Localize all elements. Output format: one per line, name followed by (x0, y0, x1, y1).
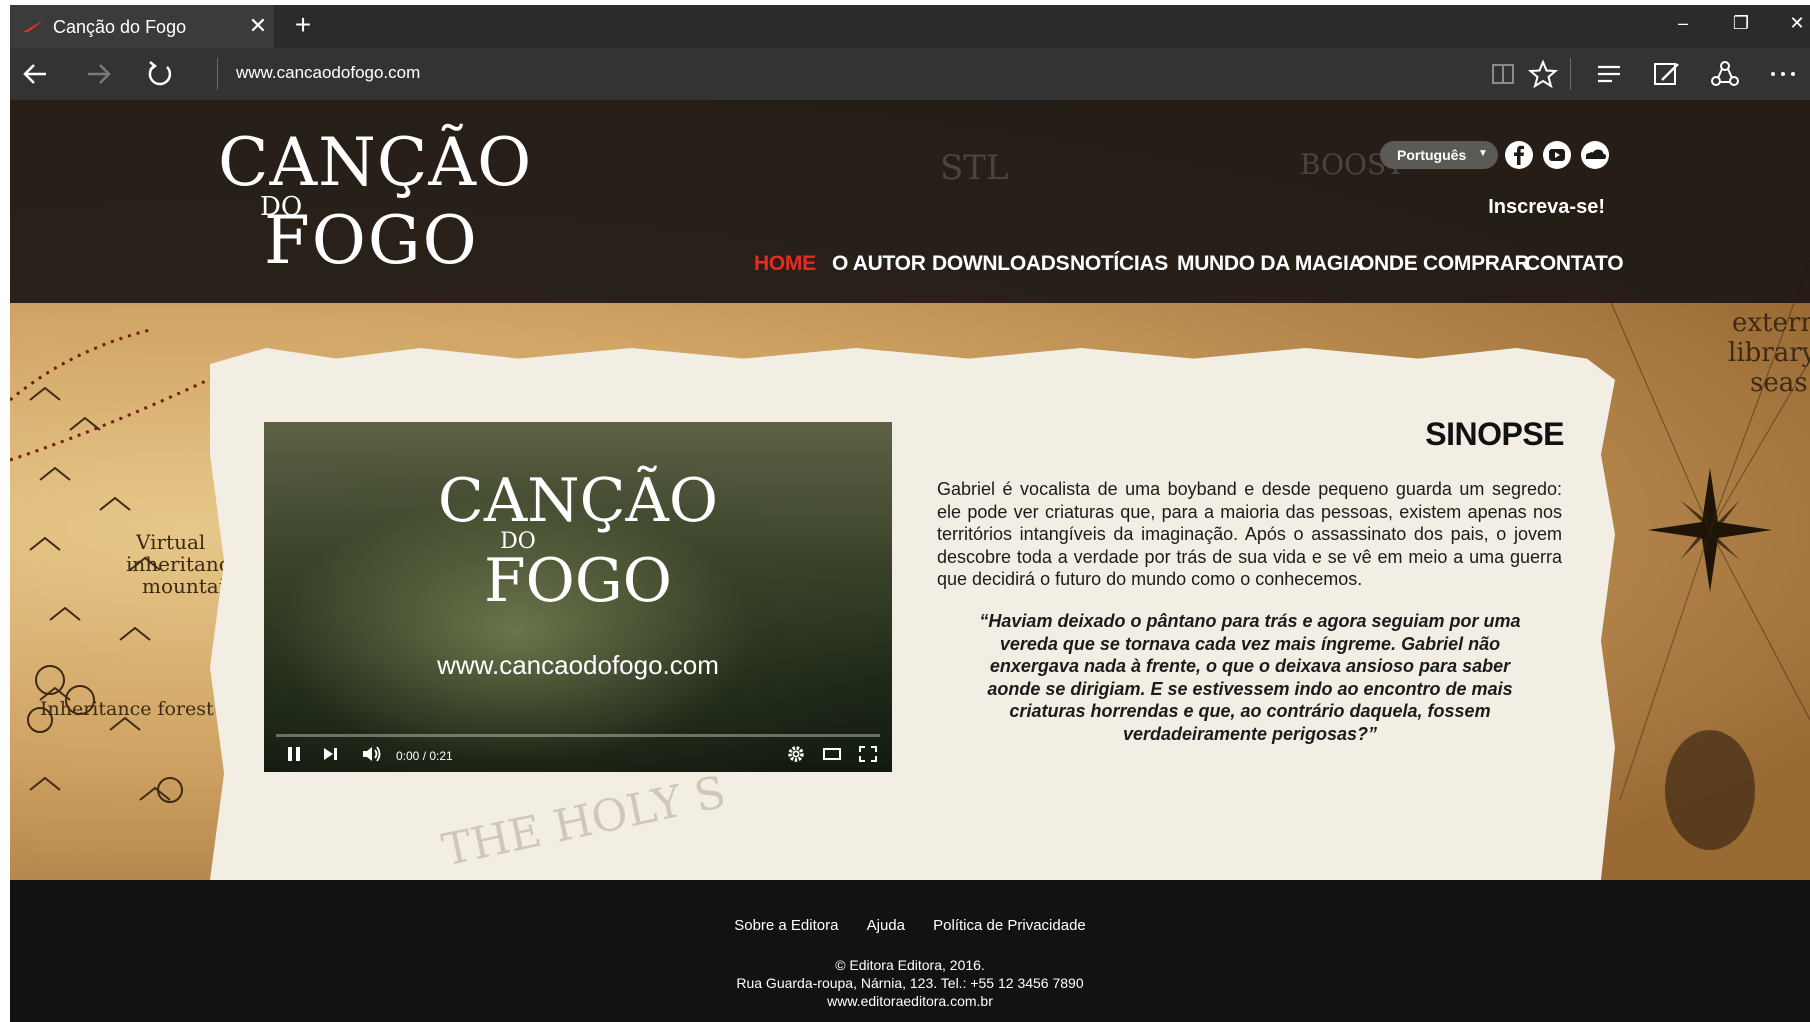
header-map-label-stl: STL (940, 148, 1009, 188)
map-label-library: library (1728, 338, 1810, 368)
footer-address: Rua Guarda-roupa, Nárnia, 123. Tel.: +55… (736, 975, 1084, 991)
address-separator (217, 58, 218, 90)
synopsis-title: SINOPSE (1425, 416, 1564, 452)
language-label: Português (1397, 147, 1467, 163)
subscribe-link[interactable]: Inscreva-se! (1488, 196, 1605, 219)
browser-toolbar: www.cancaodofogo.com (10, 48, 1810, 100)
back-arrow-icon[interactable] (18, 58, 54, 90)
forward-arrow-icon[interactable] (80, 58, 116, 90)
fullscreen-icon[interactable] (854, 742, 882, 766)
map-label-extern: extern (1732, 308, 1810, 338)
logo-line-3: FOGO (264, 202, 479, 279)
menu-item-o-autor[interactable]: O AUTOR (832, 252, 926, 276)
video-time: 0:00 / 0:21 (396, 749, 453, 763)
new-tab-icon[interactable]: + (288, 9, 318, 41)
browser-window: Canção do Fogo ✕ + – ❐ ✕ www.cancaodofog… (10, 5, 1810, 1022)
hub-icon[interactable] (1592, 58, 1626, 90)
map-label-seas: seas (1750, 368, 1808, 398)
restore-icon[interactable]: ❐ (1724, 13, 1758, 41)
browser-tab[interactable]: Canção do Fogo ✕ (10, 5, 274, 48)
video-logo-line-3: FOGO (484, 546, 672, 616)
footer-link-sobre[interactable]: Sobre a Editora (734, 917, 838, 934)
video-logo: CANÇÃO DO FOGO (264, 466, 892, 616)
logo-line-1: CANÇÃO (218, 124, 533, 201)
language-selector[interactable]: Português ▼ (1380, 141, 1498, 169)
video-url-text: www.cancaodofogo.com (437, 650, 719, 680)
volume-icon[interactable] (358, 742, 386, 766)
menu-item-onde-comprar[interactable]: ONDE COMPRAR (1358, 252, 1530, 276)
share-icon[interactable] (1708, 58, 1742, 90)
next-track-icon[interactable] (316, 742, 344, 766)
synopsis-body: Gabriel é vocalista de uma boyband e des… (937, 479, 1562, 589)
web-page: Virtual inheritance mountains Inheritanc… (10, 100, 1810, 1022)
facebook-icon[interactable] (1504, 140, 1534, 170)
pause-icon[interactable] (280, 742, 308, 766)
tab-bar: Canção do Fogo ✕ + – ❐ ✕ (10, 5, 1810, 48)
minimize-icon[interactable]: – (1666, 13, 1700, 41)
caret-down-icon: ▼ (1478, 148, 1488, 159)
toolbar-separator (1570, 58, 1571, 90)
menu-item-mundo-da-magia[interactable]: MUNDO DA MAGIA (1177, 252, 1364, 276)
web-note-icon[interactable] (1650, 58, 1684, 90)
footer-link-privacidade[interactable]: Política de Privacidade (933, 917, 1086, 934)
footer-site[interactable]: www.editoraeditora.com.br (10, 992, 1810, 1010)
soundcloud-icon[interactable] (1580, 140, 1610, 170)
footer-links: Sobre a Editora Ajuda Política de Privac… (10, 917, 1810, 934)
video-progress-bar[interactable] (276, 734, 880, 737)
settings-gear-icon[interactable] (782, 742, 810, 766)
youtube-icon[interactable] (1542, 140, 1572, 170)
footer-copyright: © Editora Editora, 2016. (835, 957, 985, 973)
video-player[interactable]: CANÇÃO DO FOGO www.cancaodofogo.com 0:00… (264, 422, 892, 772)
menu-item-contato[interactable]: CONTATO (1525, 252, 1624, 276)
footer-link-ajuda[interactable]: Ajuda (867, 917, 905, 934)
favorite-star-icon[interactable] (1526, 58, 1560, 90)
tab-title: Canção do Fogo (53, 17, 187, 37)
video-logo-line-1: CANÇÃO (437, 466, 719, 536)
reading-view-icon[interactable] (1486, 58, 1520, 90)
map-label-forest: Inheritance forest (40, 698, 214, 720)
menu-item-downloads[interactable]: DOWNLOADS (932, 252, 1070, 276)
map-label-virtual: Virtual (136, 530, 206, 554)
footer-info: © Editora Editora, 2016. Rua Guarda-roup… (10, 956, 1810, 1010)
address-bar[interactable]: www.cancaodofogo.com (236, 63, 420, 83)
more-options-icon[interactable] (1766, 58, 1800, 90)
close-window-icon[interactable]: ✕ (1780, 13, 1810, 41)
close-tab-icon[interactable]: ✕ (246, 13, 270, 39)
menu-item-noticias[interactable]: NOTÍCIAS (1070, 252, 1168, 276)
site-header: STL BOOST CANÇÃO DO FOGO Português ▼ Ins… (10, 100, 1810, 303)
synopsis-quote: “Haviam deixado o pântano para trás e ag… (979, 611, 1521, 744)
site-footer: Sobre a Editora Ajuda Política de Privac… (10, 880, 1810, 1022)
menu-item-home[interactable]: HOME (754, 252, 816, 276)
refresh-icon[interactable] (142, 58, 178, 90)
site-logo[interactable]: CANÇÃO DO FOGO (218, 130, 531, 280)
theater-mode-icon[interactable] (818, 742, 846, 766)
watermark-text: THE HOLY S (437, 766, 731, 877)
flame-favicon-icon (23, 20, 43, 32)
